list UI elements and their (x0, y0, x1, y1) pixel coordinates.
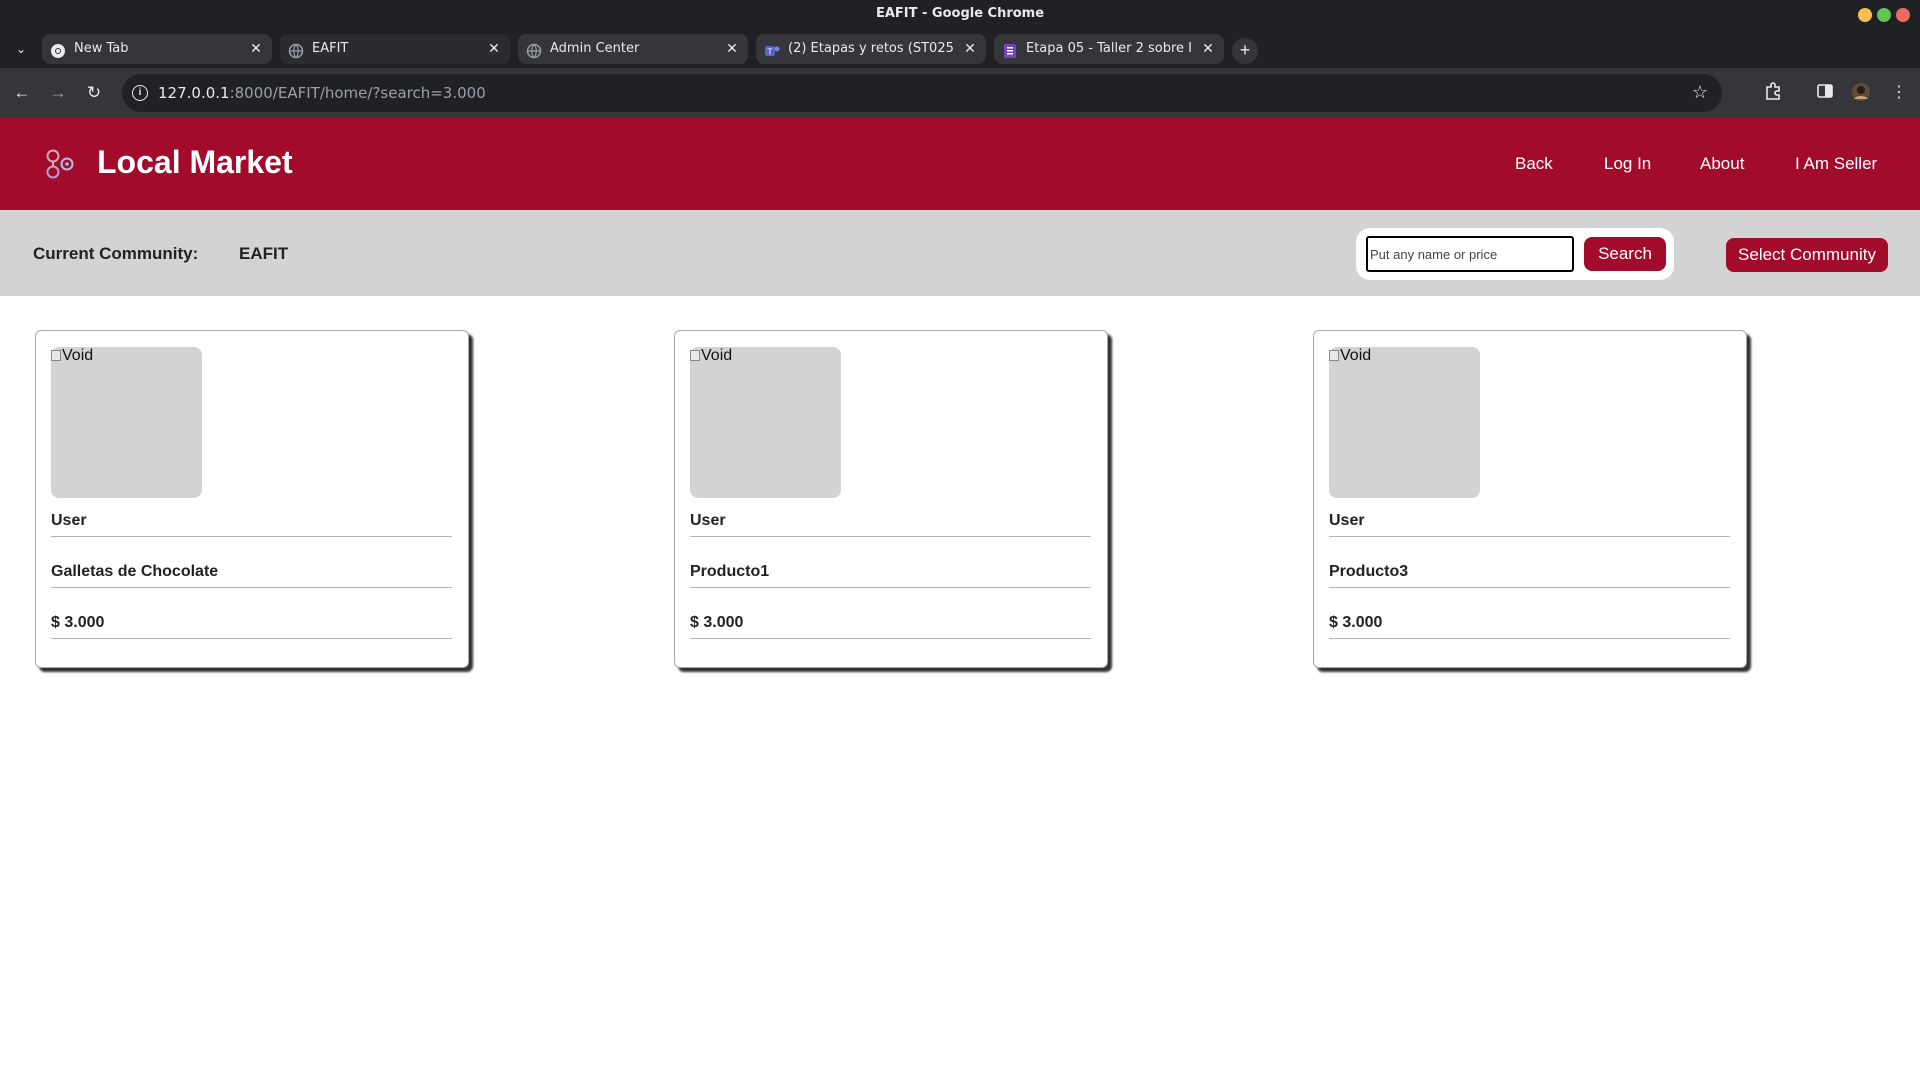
svg-text:T: T (767, 48, 773, 57)
minimize-button[interactable] (1858, 8, 1872, 22)
current-community-value: EAFIT (239, 244, 289, 263)
search-button[interactable]: Search (1584, 237, 1666, 271)
broken-image-icon: Void (51, 347, 93, 365)
site-header: Local Market Back Log In About I Am Sell… (0, 118, 1920, 210)
tab-new-tab[interactable]: New Tab ✕ (42, 34, 272, 64)
profile-avatar[interactable] (1850, 82, 1872, 104)
product-name: Producto3 (1329, 563, 1730, 588)
current-community-label: Current Community: (33, 244, 199, 263)
site-title[interactable]: Local Market (97, 144, 293, 181)
product-user: User (690, 512, 1091, 537)
product-price: $ 3.000 (1329, 614, 1730, 639)
window-titlebar: EAFIT - Google Chrome (0, 0, 1920, 28)
product-name: Producto1 (690, 563, 1091, 588)
tab-search-chevron-icon[interactable]: ⌄ (12, 40, 30, 58)
nav-about-link[interactable]: About (1700, 154, 1744, 174)
teams-icon: T (764, 41, 780, 57)
search-input[interactable] (1366, 236, 1574, 272)
chrome-icon (50, 41, 66, 58)
bookmark-star-icon[interactable]: ☆ (1692, 82, 1708, 103)
tab-close-icon[interactable]: ✕ (1200, 34, 1216, 64)
tab-close-icon[interactable]: ✕ (248, 34, 264, 64)
nav-back-link[interactable]: Back (1515, 154, 1553, 174)
tab-forms[interactable]: Etapa 05 - Taller 2 sobre I ✕ (994, 34, 1224, 64)
search-form: Search (1356, 228, 1674, 280)
new-tab-plus-icon[interactable]: + (1232, 38, 1258, 64)
site-info-icon[interactable]: i (132, 85, 148, 101)
extensions-puzzle-icon[interactable] (1762, 82, 1784, 104)
tab-label: New Tab (74, 41, 129, 56)
product-image: Void (51, 347, 202, 498)
tab-label: Admin Center (550, 41, 640, 56)
product-image: Void (1329, 347, 1480, 498)
select-community-button[interactable]: Select Community (1726, 238, 1888, 272)
product-price: $ 3.000 (690, 614, 1091, 639)
product-name: Galletas de Chocolate (51, 563, 452, 588)
product-price: $ 3.000 (51, 614, 452, 639)
more-menu-icon[interactable]: ⋮ (1888, 82, 1910, 104)
community-bar: Current Community: EAFIT Search Select C… (0, 210, 1920, 296)
tab-admin-center[interactable]: Admin Center ✕ (518, 34, 748, 64)
globe-icon (526, 41, 542, 59)
product-image: Void (690, 347, 841, 498)
product-card[interactable]: Void User Producto1 $ 3.000 (674, 330, 1108, 668)
tab-teams[interactable]: T (2) Etapas y retos (ST025 ✕ (756, 34, 986, 64)
broken-image-icon: Void (690, 347, 732, 365)
window-title: EAFIT - Google Chrome (875, 6, 1045, 21)
tab-label: Etapa 05 - Taller 2 sobre I (1026, 41, 1192, 56)
nav-seller-link[interactable]: I Am Seller (1795, 154, 1877, 174)
tab-close-icon[interactable]: ✕ (724, 34, 740, 64)
url-text[interactable]: 127.0.0.1:8000/EAFIT/home/?search=3.000 (158, 84, 486, 102)
logo-icon (42, 146, 78, 182)
browser-toolbar: ← → ↻ i 127.0.0.1:8000/EAFIT/home/?searc… (0, 68, 1920, 118)
tab-strip: ⌄ New Tab ✕ EAFIT ✕ Admin Center ✕ T (2)… (0, 28, 1920, 68)
product-user: User (51, 512, 452, 537)
tab-eafit[interactable]: EAFIT ✕ (280, 34, 510, 64)
globe-icon (288, 41, 304, 59)
tab-close-icon[interactable]: ✕ (486, 34, 502, 64)
maximize-button[interactable] (1877, 8, 1891, 22)
product-user: User (1329, 512, 1730, 537)
forward-arrow-icon[interactable]: → (46, 81, 70, 105)
broken-image-icon: Void (1329, 347, 1371, 365)
product-card[interactable]: Void User Producto3 $ 3.000 (1313, 330, 1747, 668)
nav-login-link[interactable]: Log In (1604, 154, 1651, 174)
side-panel-icon[interactable] (1814, 82, 1836, 104)
address-bar[interactable]: i 127.0.0.1:8000/EAFIT/home/?search=3.00… (122, 74, 1722, 112)
tab-label: (2) Etapas y retos (ST025 (788, 41, 954, 56)
tab-label: EAFIT (312, 41, 349, 56)
product-card[interactable]: Void User Galletas de Chocolate $ 3.000 (35, 330, 469, 668)
forms-icon (1002, 41, 1018, 58)
close-window-button[interactable] (1896, 8, 1910, 22)
tab-close-icon[interactable]: ✕ (962, 34, 978, 64)
back-arrow-icon[interactable]: ← (10, 81, 34, 105)
reload-icon[interactable]: ↻ (82, 81, 106, 105)
